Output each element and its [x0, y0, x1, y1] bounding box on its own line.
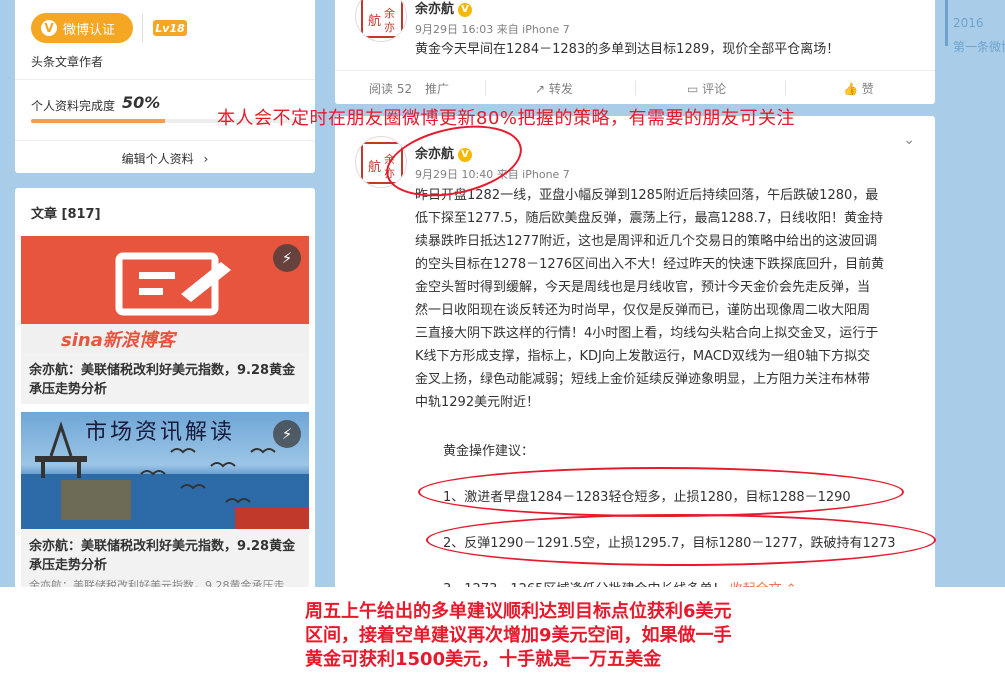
- article-thumbnail[interactable]: 市场资讯解读 ⚡: [21, 412, 309, 529]
- chevron-down-icon[interactable]: ⌄: [903, 132, 915, 148]
- overlay-bottom-line: 黄金可获利1500美元，十手就是一万五美金: [305, 649, 662, 670]
- weibo-verify-button[interactable]: V 微博认证: [31, 13, 133, 43]
- post-text: 黄金今天早间在1284－1283的多单到达目标1289，现价全部平仓离场！: [415, 42, 840, 57]
- post-body: 昨日开盘1282一线，亚盘小幅反弹到1285附近后持续回落，午后跌破1280，最…: [415, 184, 915, 414]
- thumbnail-caption: 市场资讯解读: [85, 420, 236, 445]
- post-action-bar: 阅读 52 推广 ↗ 转发 ▭ 评论 👍 赞: [335, 70, 935, 104]
- timeline-bar: [945, 0, 948, 46]
- svg-text:亦: 亦: [384, 20, 395, 34]
- overlay-top-annotation: 本人会不定时在朋友圈微博更新80%把握的策略，有需要的朋友可关注: [217, 108, 796, 129]
- comment-label: 评论: [702, 82, 727, 96]
- promote-button[interactable]: 推广: [425, 80, 449, 97]
- profile-card: V 微博认证 Lv18 头条文章作者 个人资料完成度 50% 编辑个人资料 ›: [15, 0, 315, 173]
- separator: [785, 81, 786, 95]
- profile-completion-label: 个人资料完成度: [31, 99, 116, 113]
- svg-text:航: 航: [368, 13, 381, 29]
- author-avatar[interactable]: 航 余 亦: [355, 0, 407, 42]
- author-name-text: 余亦航: [415, 2, 455, 17]
- edit-profile-link[interactable]: 编辑个人资料 ›: [15, 150, 315, 167]
- post-body-line: 然一日收阳现在谈反转还为时尚早，仅仅是反弹而已，谨防出现像周二收大阳周: [415, 303, 871, 318]
- thumbs-up-icon: 👍: [843, 82, 862, 96]
- svg-text:航: 航: [368, 159, 381, 175]
- lightning-icon: ⚡: [273, 420, 301, 448]
- verify-label: 微博认证: [63, 22, 116, 38]
- suggestion-heading: 黄金操作建议：: [443, 444, 535, 459]
- post-body-line: 续暴跌昨日抵达1277附近，这也是周评和近几个交易日的策略中给出的这波回调: [415, 234, 878, 249]
- forward-label: 转发: [548, 82, 573, 96]
- post-body-line: 金叉上扬，绿色动能减弱；短线上金价延续反弹迹象明显，上方阻力关注布林带: [415, 372, 871, 387]
- timeline-first-post-link[interactable]: 第一条微博: [953, 38, 1005, 55]
- comment-icon: ▭: [687, 82, 703, 96]
- annotation-circle: [418, 467, 904, 517]
- divider: [15, 140, 315, 141]
- post-body-line: 昨日开盘1282一线，亚盘小幅反弹到1285附近后持续回落，午后跌破1280，最: [415, 188, 879, 203]
- post-body-line: 金空头暂时得到缓解，今天是周线也是月线收官，预计今天金价会先走反弹，当: [415, 280, 871, 295]
- article-card[interactable]: sina新浪博客 ⚡ 余亦航：美联储税改利好美元指数，9.28黄金承压走势分析: [21, 236, 309, 404]
- vip-v-icon: V: [458, 3, 473, 17]
- timeline-year[interactable]: 2016: [953, 16, 984, 30]
- lightning-icon: ⚡: [273, 244, 301, 272]
- overlay-bottom-line: 区间，接着空单建议再次增加9美元空间，如果做一手: [305, 625, 732, 646]
- post-body-line: 中轨1292美元附近！: [415, 395, 540, 410]
- like-label: 赞: [861, 82, 874, 96]
- separator: [635, 81, 636, 95]
- forward-button[interactable]: ↗ 转发: [535, 80, 573, 97]
- svg-text:余: 余: [384, 6, 395, 20]
- profile-completion-fill: [31, 119, 165, 123]
- verified-v-icon: V: [41, 20, 57, 36]
- articles-section-title[interactable]: 文章 [817]: [31, 203, 101, 222]
- post-body-line: 的空头目标在1278－1276区间出入不大！经过昨天的快速下跌探底回升，目前黄: [415, 257, 885, 272]
- annotation-circle: [426, 514, 936, 566]
- article-card[interactable]: 市场资讯解读 ⚡ 余亦航：美联储税改利好美元指数，9.28黄金承压走势分析 余亦…: [21, 412, 309, 602]
- share-icon: ↗: [535, 82, 549, 96]
- article-title[interactable]: 余亦航：美联储税改利好美元指数，9.28黄金承压走势分析: [21, 529, 309, 575]
- read-count: 阅读 52: [369, 82, 413, 96]
- article-title[interactable]: 余亦航：美联储税改利好美元指数，9.28黄金承压走势分析: [21, 353, 309, 399]
- thumbnail-caption: sina新浪博客: [61, 330, 175, 351]
- chevron-right-icon: ›: [203, 152, 209, 166]
- author-name[interactable]: 余亦航 V: [415, 0, 473, 17]
- edit-profile-label: 编辑个人资料: [121, 152, 194, 166]
- author-type-label: 头条文章作者: [31, 55, 104, 69]
- separator: [142, 14, 143, 42]
- weibo-post: 航 余 亦 余亦航 V 9月29日 16:03 来自 iPhone 7 黄金今天早…: [335, 0, 935, 104]
- divider: [15, 79, 315, 80]
- timeline-nav: 2016 第一条微博: [945, 0, 1005, 60]
- post-body-line: 三直接大阴下跌这样的行情！4小时图上看，均线勾头粘合向上拟交金叉，运行于: [415, 326, 879, 341]
- article-thumbnail[interactable]: sina新浪博客 ⚡: [21, 236, 309, 353]
- overlay-bottom-annotation: 周五上午给出的多单建议顺利达到目标点位获利6美元 区间，接着空单建议再次增加9美…: [305, 600, 732, 672]
- overlay-bottom-line: 周五上午给出的多单建议顺利达到目标点位获利6美元: [305, 601, 732, 622]
- post-body-line: K线下方形成支撑，指标上，KDJ向上发散运行，MACD双线为一组0轴下方拟交: [415, 349, 871, 364]
- level-badge[interactable]: Lv18: [153, 20, 187, 36]
- post-body-line: 低下探至1277.5，随后欧美盘反弹，震荡上行，最高1288.7，日线收阳！黄金…: [415, 211, 883, 226]
- comment-button[interactable]: ▭ 评论: [687, 80, 726, 97]
- profile-completion-value: 50%: [122, 93, 161, 112]
- post-meta[interactable]: 9月29日 16:03 来自 iPhone 7: [415, 21, 570, 37]
- articles-card: 文章 [817] sina新浪博客 ⚡ 余亦航：美联储税改利好美元指数，9.28…: [15, 188, 315, 608]
- separator: [485, 81, 486, 95]
- like-button[interactable]: 👍 赞: [843, 80, 874, 97]
- avatar-seal-icon: 航 余 亦: [361, 0, 403, 38]
